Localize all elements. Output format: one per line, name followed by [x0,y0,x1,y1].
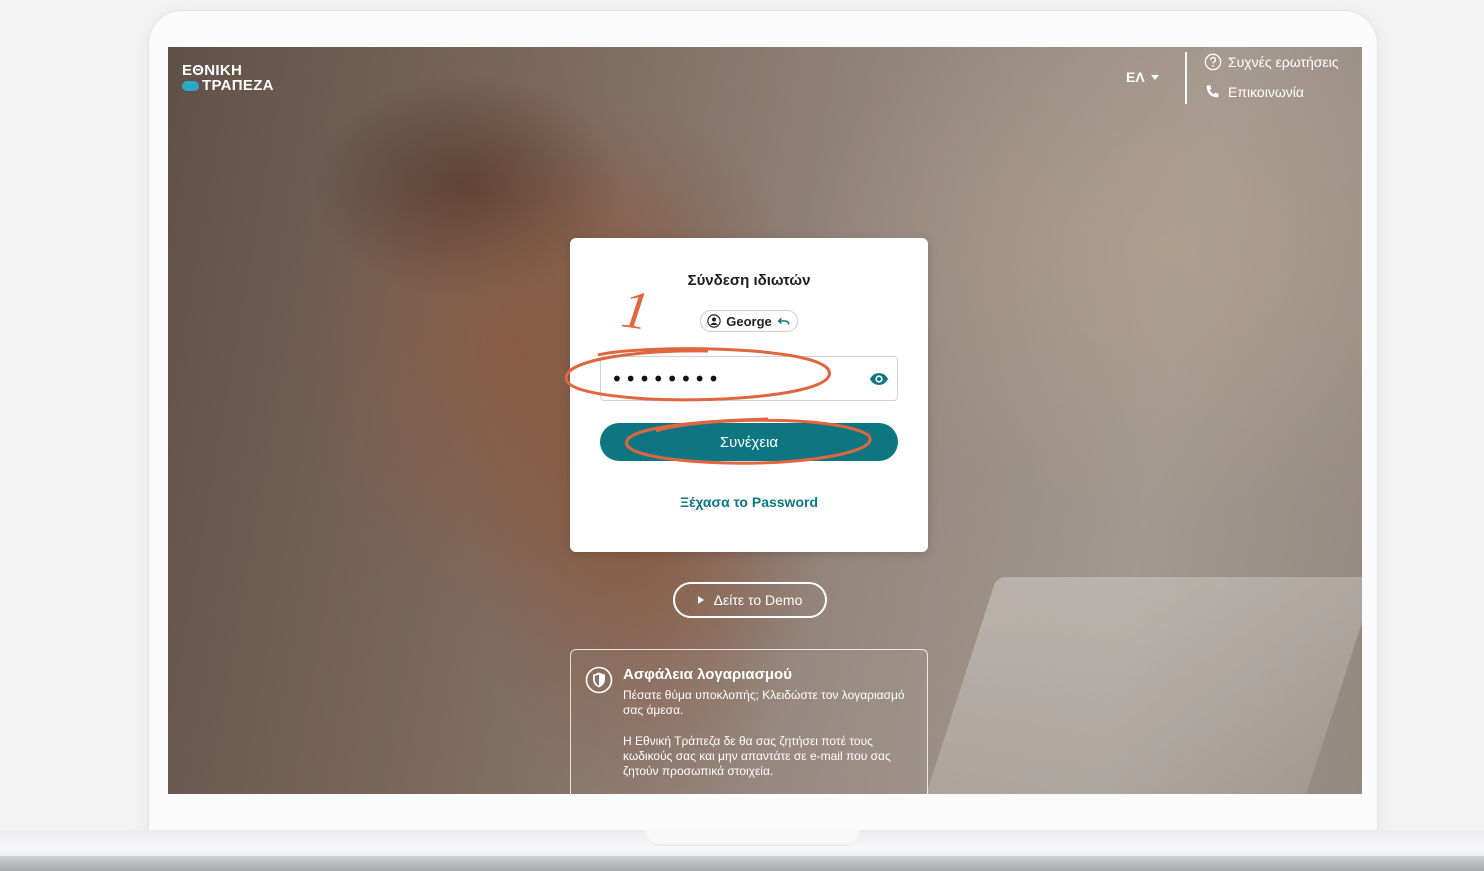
play-icon [697,596,704,604]
language-label: ΕΛ [1126,69,1145,85]
header-divider [1185,52,1187,104]
bank-logo[interactable]: ΕΘΝΙΚΗ ΤΡΑΠΕΖΑ [182,63,274,93]
shield-icon [585,666,613,694]
undo-icon[interactable] [777,314,791,328]
security-title: Ασφάλεια λογαριασμού [623,666,792,683]
bank-logo-line1: ΕΘΝΙΚΗ [182,62,243,79]
laptop-edge [0,856,1484,871]
password-field[interactable] [600,356,898,401]
demo-button[interactable]: Δείτε το Demo [673,582,827,618]
login-title: Σύνδεση ιδιωτών [687,272,811,289]
saved-username: George [726,313,772,329]
login-card: Σύνδεση ιδιωτών George Συνέχεια Ξέχασα τ… [570,238,928,552]
faq-link[interactable]: Συχνές ερωτήσεις [1204,53,1339,71]
security-lock-text[interactable]: Πέσατε θύμα υποκλοπής; Κλειδώστε τον λογ… [623,688,913,718]
user-circle-icon [707,314,721,328]
browser-screen: ΕΘΝΙΚΗ ΤΡΑΠΕΖΑ ΕΛ Συχνές ερωτήσεις Επικο… [168,47,1362,794]
phone-icon [1206,85,1219,98]
security-warning-text: Η Εθνική Τράπεζα δε θα σας ζητήσει ποτέ … [623,734,891,778]
forgot-password-link[interactable]: Ξέχασα το Password [570,494,928,510]
logo-mark-icon [182,80,199,91]
laptop-notch [645,830,860,846]
demo-label: Δείτε το Demo [713,592,803,608]
help-circle-icon [1204,53,1222,71]
continue-button[interactable]: Συνέχεια [600,423,898,461]
security-notice: Ασφάλεια λογαριασμού Πέσατε θύμα υποκλοπ… [570,649,928,794]
password-input[interactable] [609,365,853,392]
contact-label: Επικοινωνία [1228,84,1304,100]
language-selector[interactable]: ΕΛ [1126,69,1159,85]
bank-logo-line2: ΤΡΑΠΕΖΑ [202,77,274,94]
faq-label: Συχνές ερωτήσεις [1228,54,1339,70]
chevron-down-icon [1150,74,1159,80]
saved-user-pill[interactable]: George [700,310,798,332]
eye-icon[interactable] [869,370,889,388]
contact-link[interactable]: Επικοινωνία [1204,83,1304,101]
